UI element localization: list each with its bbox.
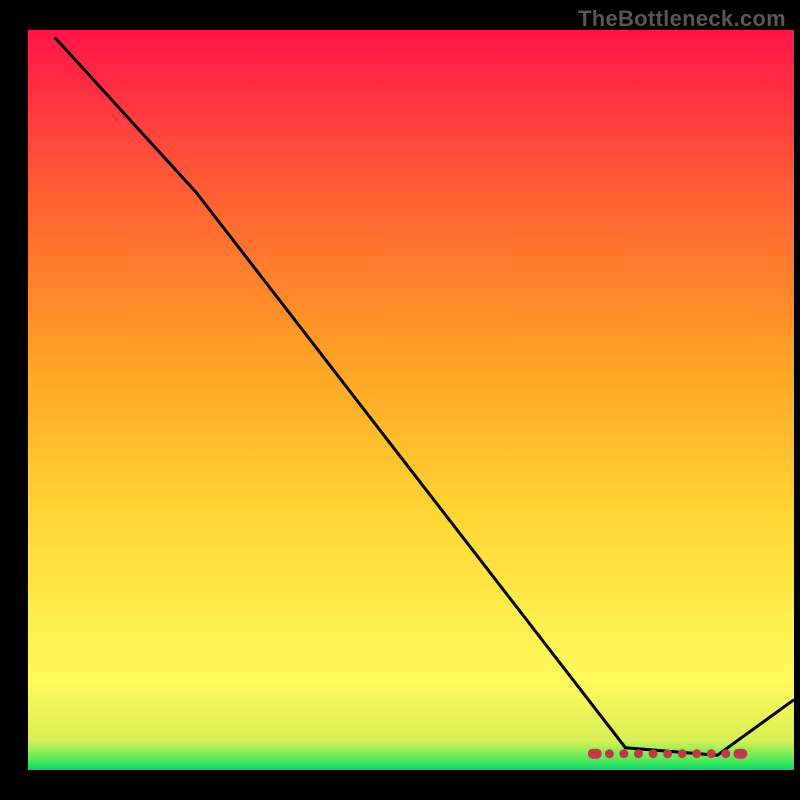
optimal-marker-dot	[605, 749, 614, 758]
optimal-marker-dot	[707, 749, 716, 758]
optimal-marker-dot	[721, 749, 730, 758]
optimal-marker-end	[588, 749, 602, 759]
optimal-range-markers	[588, 749, 748, 759]
optimal-marker-dot	[649, 749, 658, 758]
optimal-marker-dot	[692, 749, 701, 758]
watermark-label: TheBottleneck.com	[578, 6, 786, 32]
optimal-marker-dot	[663, 749, 672, 758]
chart-container: TheBottleneck.com	[0, 0, 800, 800]
optimal-marker-dot	[619, 749, 628, 758]
optimal-marker-dot	[678, 749, 687, 758]
optimal-marker-dot	[634, 749, 643, 758]
bottleneck-chart	[0, 0, 800, 800]
plot-area	[28, 30, 794, 770]
optimal-marker-end	[733, 749, 747, 759]
